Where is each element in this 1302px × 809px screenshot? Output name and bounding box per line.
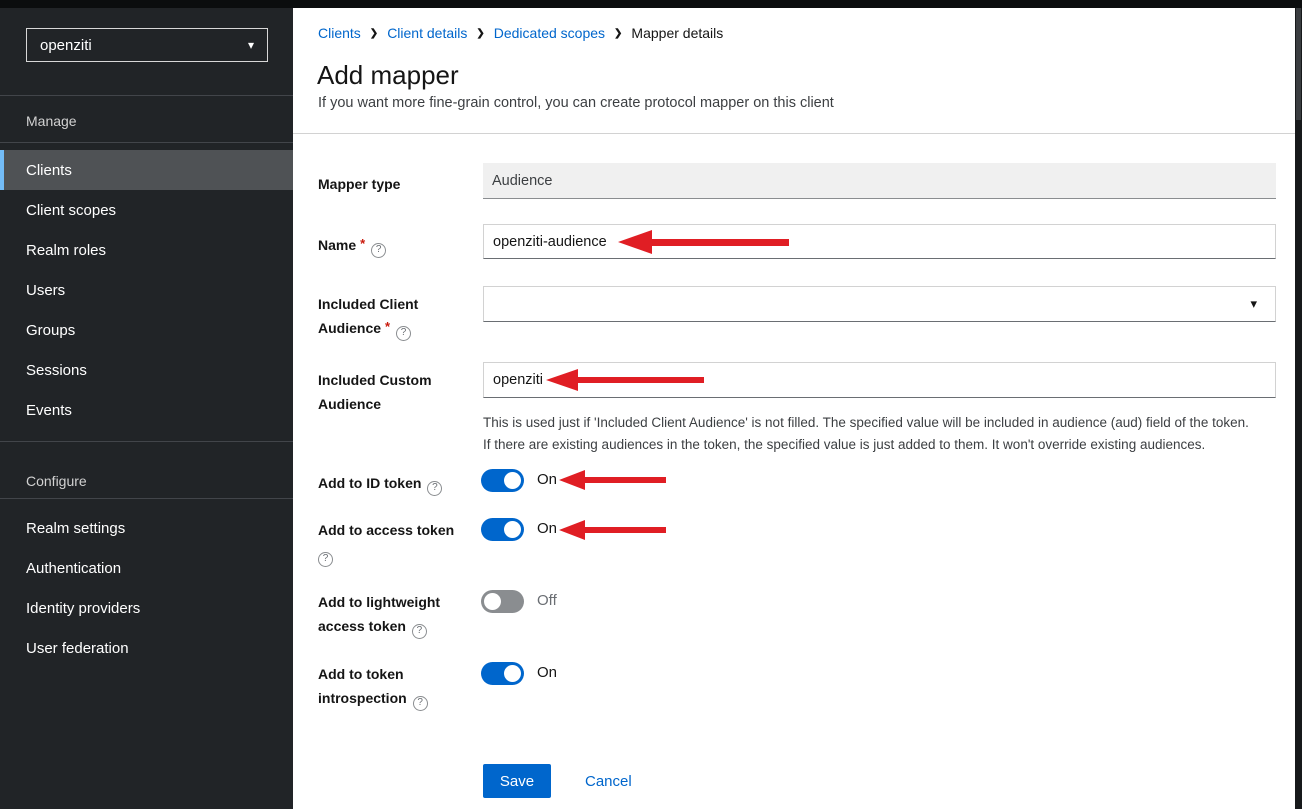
nav-list-manage: Clients Client scopes Realm roles Users … — [0, 150, 293, 430]
current-realm-label: openziti — [40, 37, 92, 54]
breadcrumb-link-dedicated-scopes[interactable]: Dedicated scopes — [494, 25, 605, 41]
required-indicator: * — [385, 319, 390, 334]
arrow-shaft — [583, 477, 666, 483]
chevron-down-icon: ▾ — [1250, 296, 1266, 312]
sidebar: openziti ▾ Manage Clients Client scopes … — [0, 8, 293, 809]
breadcrumb-link-client-details[interactable]: Client details — [387, 25, 467, 41]
add-to-token-introspection-label: Add to token introspection? — [318, 662, 478, 710]
annotation-arrow-id-token-toggle — [559, 470, 666, 490]
add-to-token-introspection-toggle[interactable] — [481, 662, 524, 685]
cancel-button[interactable]: Cancel — [585, 773, 632, 790]
main-content: Clients ❯ Client details ❯ Dedicated sco… — [293, 8, 1295, 809]
add-to-id-token-state: On — [537, 471, 557, 488]
mapper-type-field — [483, 163, 1276, 199]
add-to-lightweight-access-token-label: Add to lightweight access token? — [318, 590, 478, 638]
included-client-audience-label: Included Client Audience*? — [318, 292, 478, 341]
sidebar-divider — [0, 142, 293, 143]
annotation-arrow-access-token-toggle — [559, 520, 666, 540]
nav-section-manage-title: Manage — [26, 113, 77, 129]
breadcrumb-separator-icon: ❯ — [614, 28, 622, 39]
required-indicator: * — [360, 236, 365, 251]
help-icon[interactable]: ? — [413, 696, 428, 711]
help-icon[interactable]: ? — [371, 243, 386, 258]
add-to-access-token-label: Add to access token ? — [318, 518, 478, 566]
breadcrumb-current: Mapper details — [631, 25, 723, 41]
add-to-lightweight-access-token-state: Off — [537, 592, 557, 609]
save-button[interactable]: Save — [483, 764, 551, 798]
sidebar-item-events[interactable]: Events — [0, 390, 293, 430]
keycloak-admin-console: openziti ▾ Manage Clients Client scopes … — [0, 0, 1302, 809]
sidebar-divider — [0, 441, 293, 442]
add-to-access-token-toggle[interactable] — [481, 518, 524, 541]
help-icon[interactable]: ? — [396, 326, 411, 341]
arrow-head-icon — [559, 520, 585, 540]
scrollbar-thumb[interactable] — [1296, 0, 1301, 120]
sidebar-divider — [0, 498, 293, 499]
arrow-shaft — [583, 527, 666, 533]
sidebar-item-groups[interactable]: Groups — [0, 310, 293, 350]
page-title: Add mapper — [317, 60, 459, 91]
sidebar-item-authentication[interactable]: Authentication — [0, 548, 293, 588]
breadcrumb-separator-icon: ❯ — [476, 28, 484, 39]
sidebar-item-realm-roles[interactable]: Realm roles — [0, 230, 293, 270]
sidebar-item-user-federation[interactable]: User federation — [0, 628, 293, 668]
add-to-access-token-state: On — [537, 520, 557, 537]
help-icon[interactable]: ? — [412, 624, 427, 639]
arrow-head-icon — [618, 230, 652, 254]
nav-section-configure-title: Configure — [26, 473, 87, 489]
masthead-strip — [0, 0, 1302, 8]
scrollbar[interactable] — [1295, 0, 1302, 809]
sidebar-item-users[interactable]: Users — [0, 270, 293, 310]
add-to-id-token-label: Add to ID token? — [318, 471, 478, 495]
chevron-down-icon: ▾ — [248, 39, 254, 51]
toggle-knob — [484, 593, 501, 610]
sidebar-divider — [0, 95, 293, 96]
included-custom-audience-help: This is used just if 'Included Client Au… — [483, 412, 1283, 455]
arrow-head-icon — [559, 470, 585, 490]
sidebar-item-clients[interactable]: Clients — [0, 150, 293, 190]
included-custom-audience-label: Included Custom Audience — [318, 368, 478, 416]
add-to-token-introspection-state: On — [537, 664, 557, 681]
annotation-arrow-name-input — [618, 230, 789, 254]
page-subtitle: If you want more fine-grain control, you… — [318, 95, 834, 111]
help-icon[interactable]: ? — [318, 552, 333, 567]
toggle-knob — [504, 472, 521, 489]
toggle-knob — [504, 665, 521, 682]
realm-selector[interactable]: openziti ▾ — [26, 28, 268, 62]
breadcrumb-link-clients[interactable]: Clients — [318, 25, 361, 41]
add-to-id-token-toggle[interactable] — [481, 469, 524, 492]
sidebar-item-realm-settings[interactable]: Realm settings — [0, 508, 293, 548]
mapper-type-label: Mapper type — [318, 172, 478, 196]
arrow-head-icon — [546, 369, 578, 391]
breadcrumb-separator-icon: ❯ — [370, 28, 378, 39]
arrow-shaft — [576, 377, 704, 383]
help-icon[interactable]: ? — [427, 481, 442, 496]
name-label: Name*? — [318, 233, 478, 258]
add-to-lightweight-access-token-toggle[interactable] — [481, 590, 524, 613]
annotation-arrow-custom-audience-input — [546, 369, 704, 391]
toggle-knob — [504, 521, 521, 538]
breadcrumb: Clients ❯ Client details ❯ Dedicated sco… — [318, 25, 723, 41]
arrow-shaft — [650, 239, 789, 246]
sidebar-item-client-scopes[interactable]: Client scopes — [0, 190, 293, 230]
name-input[interactable] — [483, 224, 1276, 259]
sidebar-item-sessions[interactable]: Sessions — [0, 350, 293, 390]
nav-list-configure: Realm settings Authentication Identity p… — [0, 508, 293, 668]
sidebar-item-identity-providers[interactable]: Identity providers — [0, 588, 293, 628]
included-client-audience-select[interactable]: ▾ — [483, 286, 1276, 322]
header-divider — [293, 133, 1295, 134]
